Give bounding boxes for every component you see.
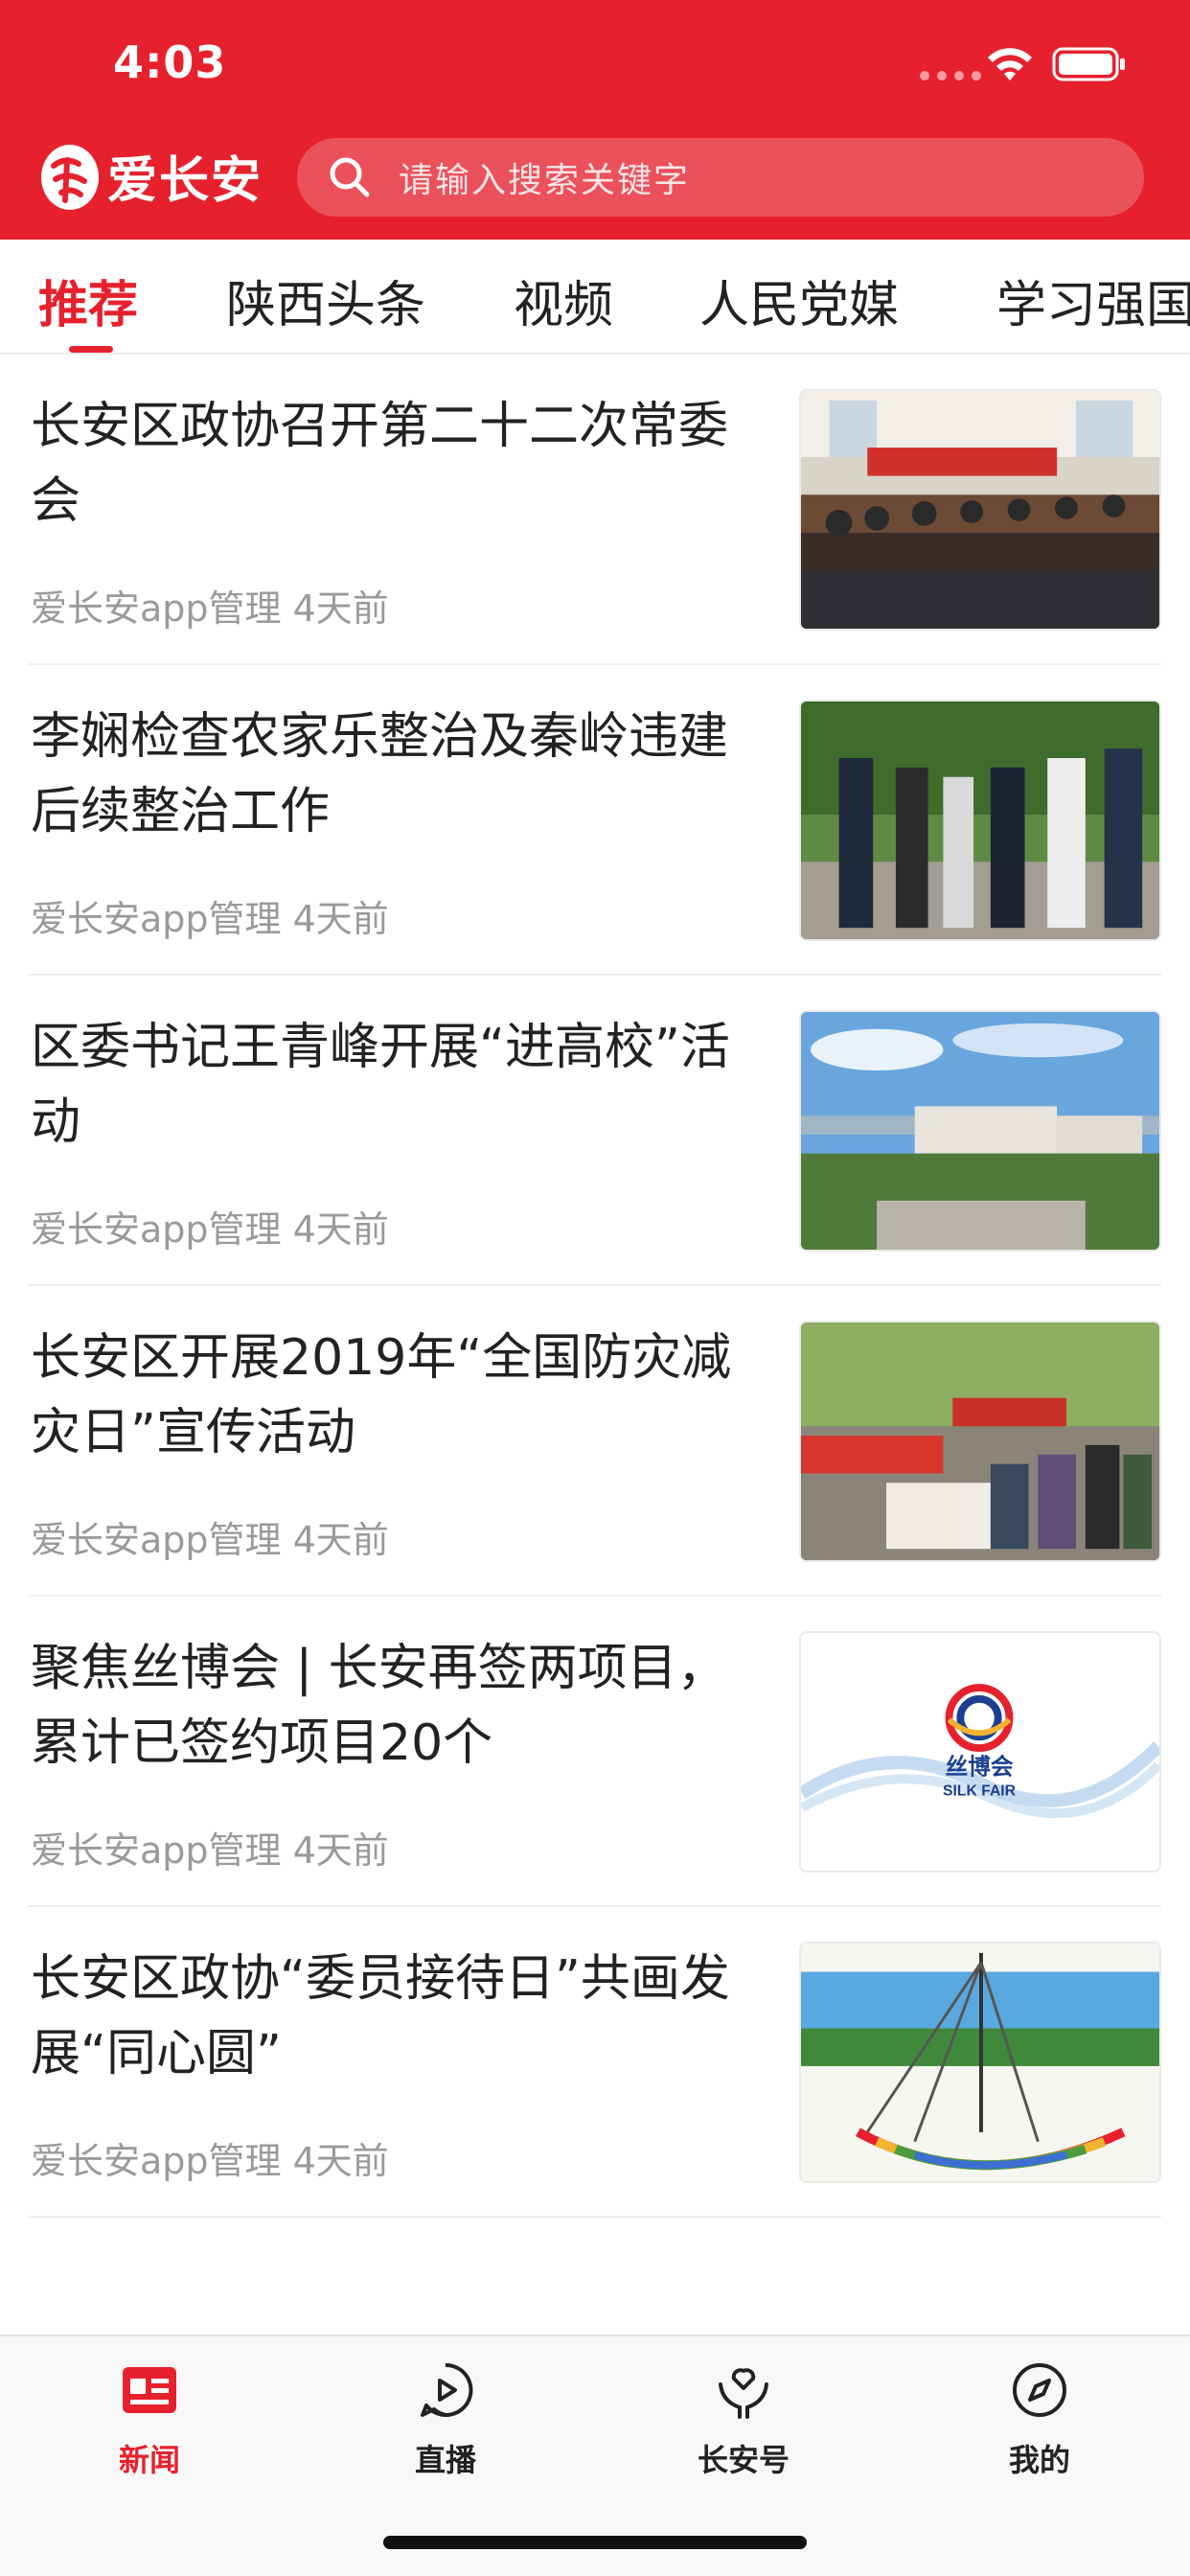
news-meta: 爱长安app管理 4天前: [31, 898, 389, 940]
news-item[interactable]: 聚焦丝博会 | 长安再签两项目，累计已签约项目20个 爱长安app管理 4天前 …: [29, 1597, 1161, 1907]
nav-changan-account[interactable]: 长安号: [648, 2359, 839, 2480]
news-meta: 爱长安app管理 4天前: [31, 2140, 389, 2182]
news-title: 聚焦丝博会 | 长安再签两项目，累计已签约项目20个: [31, 1640, 727, 1772]
news-thumbnail: [799, 389, 1161, 631]
silk-fair-logo: 丝博会 SILK FAIR: [801, 1633, 1159, 1871]
search-icon: [330, 157, 370, 197]
category-tabs: 推荐 陕西头条 视频 人民党媒 学习强国: [0, 240, 1190, 355]
battery-icon: [1052, 47, 1125, 81]
tab-xuexi-qiangguo[interactable]: 学习强国: [996, 264, 1190, 336]
tab-peoples-party-media[interactable]: 人民党媒: [699, 264, 899, 336]
news-meta: 爱长安app管理 4天前: [31, 587, 389, 630]
news-item[interactable]: 李娴检查农家乐整治及秦岭违建后续整治工作 爱长安app管理 4天前: [29, 665, 1161, 976]
concentric-circle-painting: [801, 1944, 1159, 2181]
nav-label: 我的: [1008, 2442, 1070, 2478]
nav-label: 长安号: [697, 2442, 790, 2478]
news-title: 长安区政协召开第二十二次常委会: [31, 398, 729, 530]
nav-live[interactable]: 直播: [350, 2359, 541, 2480]
news-title: 长安区政协“委员接待日”共画发展“同心圆”: [31, 1950, 730, 2082]
news-title: 长安区开展2019年“全国防灾减灾日”宣传活动: [31, 1329, 732, 1461]
logo-text: 爱长安: [107, 150, 263, 210]
signal-icon: [920, 71, 981, 80]
news-title: 李娴检查农家乐整治及秦岭违建后续整治工作: [31, 708, 729, 840]
app-screen: 4:03 爱长安 请输入搜索关键字 推荐 陕西头条 视频 人民党媒 学习强国 长…: [0, 0, 1190, 2576]
news-thumbnail: [799, 1942, 1161, 2183]
nav-label: 直播: [414, 2442, 476, 2478]
news-thumbnail: 丝博会 SILK FAIR: [799, 1631, 1161, 1873]
status-bar: 4:03: [0, 0, 1190, 125]
compass-icon: [1013, 2363, 1066, 2417]
status-time: 4:03: [113, 36, 227, 88]
tab-recommend[interactable]: 推荐: [38, 264, 138, 336]
news-meta: 爱长安app管理 4天前: [31, 1208, 389, 1251]
nav-mine[interactable]: 我的: [944, 2359, 1135, 2480]
search-placeholder: 请输入搜索关键字: [399, 161, 691, 200]
street-event-photo: [801, 1322, 1159, 1560]
home-indicator[interactable]: [383, 2536, 807, 2549]
news-thumbnail: [799, 1321, 1161, 1562]
news-thumbnail: [799, 700, 1161, 941]
campus-aerial-photo: [801, 1012, 1159, 1250]
news-item[interactable]: 长安区政协“委员接待日”共画发展“同心圆” 爱长安app管理 4天前: [29, 1907, 1161, 2218]
silk-fair-en-text: SILK FAIR: [943, 1782, 1017, 1799]
news-item[interactable]: 长安区政协召开第二十二次常委会 爱长安app管理 4天前: [29, 355, 1161, 665]
top-header: 4:03 爱长安 请输入搜索关键字: [0, 0, 1190, 240]
logo-seal-icon: [41, 145, 99, 210]
news-icon: [123, 2367, 176, 2413]
news-meta: 爱长安app管理 4天前: [31, 1519, 389, 1561]
search-input[interactable]: 请输入搜索关键字: [297, 138, 1144, 217]
meeting-room-photo: [801, 391, 1159, 629]
play-icon: [421, 2362, 473, 2417]
news-item[interactable]: 区委书记王青峰开展“进高校”活动 爱长安app管理 4天前: [29, 976, 1161, 1286]
heart-hands-icon: [719, 2368, 768, 2419]
silk-fair-cn-text: 丝博会: [946, 1754, 1014, 1781]
news-title: 区委书记王青峰开展“进高校”活动: [31, 1019, 730, 1151]
wifi-icon: [988, 48, 1032, 80]
nav-news[interactable]: 新闻: [54, 2359, 245, 2480]
news-item[interactable]: 长安区开展2019年“全国防灾减灾日”宣传活动 爱长安app管理 4天前: [29, 1286, 1161, 1597]
nav-label: 新闻: [118, 2442, 180, 2478]
active-tab-indicator: [69, 346, 113, 353]
tab-video[interactable]: 视频: [514, 264, 613, 336]
app-logo[interactable]: 爱长安: [36, 134, 263, 217]
tab-shaanxi-headlines[interactable]: 陕西头条: [226, 264, 425, 336]
officials-outdoor-photo: [801, 702, 1159, 939]
news-list: 长安区政协召开第二十二次常委会 爱长安app管理 4天前 李娴检查农家乐整治及秦…: [0, 355, 1190, 2218]
news-meta: 爱长安app管理 4天前: [31, 1829, 389, 1872]
news-thumbnail: [799, 1010, 1161, 1252]
